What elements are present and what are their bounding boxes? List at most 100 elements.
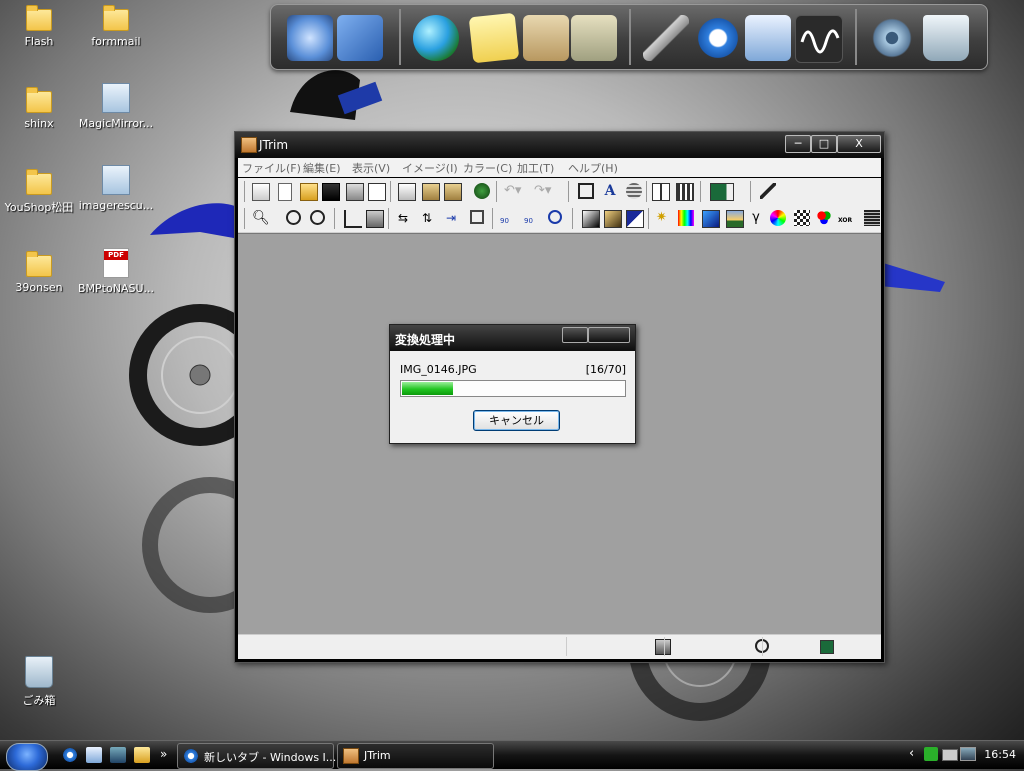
fit-icon[interactable] xyxy=(578,183,594,199)
open-icon[interactable] xyxy=(300,183,318,201)
menu-edit[interactable]: 編集(E) xyxy=(303,160,341,176)
mail-icon[interactable] xyxy=(745,15,791,61)
toolbar-separator xyxy=(700,181,701,202)
quick-launch-more[interactable]: » xyxy=(160,747,167,761)
start-button[interactable] xyxy=(6,743,48,771)
split-icon[interactable]: ⇥ xyxy=(446,210,462,226)
zoom-out-icon[interactable] xyxy=(310,210,325,225)
xor-icon[interactable]: XOR xyxy=(838,210,854,226)
copy-icon[interactable] xyxy=(398,183,416,201)
desktop-icon-formmail[interactable]: formmail xyxy=(78,5,154,48)
menu-image[interactable]: イメージ(I) xyxy=(402,160,458,176)
network-icon[interactable] xyxy=(337,15,383,61)
desktop-icon-recycle-bin[interactable]: ごみ箱 xyxy=(1,656,77,708)
cancel-button[interactable]: キャンセル xyxy=(473,410,560,431)
menu-help[interactable]: ヘルプ(H) xyxy=(568,160,618,176)
grid-view-icon[interactable] xyxy=(652,183,670,201)
new-window-icon[interactable] xyxy=(252,183,270,201)
computer-icon[interactable] xyxy=(287,15,333,61)
jtrim-app-icon xyxy=(241,137,257,153)
menu-view[interactable]: 表示(V) xyxy=(352,160,390,176)
desktop-icon-bmptonasu[interactable]: PDF BMPtoNASU... xyxy=(78,248,154,295)
landscape-icon[interactable] xyxy=(726,210,744,228)
network-icon[interactable] xyxy=(960,747,976,761)
color-bars-icon[interactable] xyxy=(678,210,694,226)
settings-gear-icon[interactable] xyxy=(869,15,915,61)
desktop-icon-label: Flash xyxy=(24,35,54,48)
sepia-icon[interactable] xyxy=(604,210,622,228)
dialog-minimize-button[interactable] xyxy=(562,327,588,343)
task-button-jtrim[interactable]: JTrim xyxy=(337,743,494,769)
ie-icon[interactable] xyxy=(62,747,78,763)
zoom-icon[interactable]: 🔍︎ xyxy=(252,210,274,226)
desktop-icon-flash[interactable]: Flash xyxy=(1,5,77,48)
device-icon[interactable] xyxy=(942,749,958,761)
menu-file[interactable]: ファイル(F) xyxy=(242,160,301,176)
desktop-icon-shinx[interactable]: shinx xyxy=(1,87,77,130)
photo-folder-icon[interactable] xyxy=(523,15,569,61)
desktop-icon[interactable] xyxy=(110,747,126,763)
dialog-titlebar[interactable]: 変換処理中 xyxy=(390,325,635,351)
recycle-bin-icon[interactable] xyxy=(923,15,969,61)
flip-horizontal-icon[interactable]: ⇆ xyxy=(398,210,414,226)
notes-icon[interactable] xyxy=(468,12,520,64)
zoom-in-icon[interactable] xyxy=(286,210,301,225)
rotate-free-icon[interactable] xyxy=(548,210,562,224)
capture-icon[interactable] xyxy=(474,183,490,199)
text-icon[interactable]: A xyxy=(602,183,618,199)
paste-new-icon[interactable] xyxy=(444,183,462,201)
task-button-browser[interactable]: 新しいタブ - Windows I... xyxy=(177,743,336,769)
minimize-button[interactable]: ─ xyxy=(785,135,811,153)
eyedropper-icon[interactable] xyxy=(760,183,776,199)
desktop-icon-39onsen[interactable]: 39onsen xyxy=(1,251,77,294)
mail-icon[interactable] xyxy=(86,747,102,763)
globe-icon[interactable] xyxy=(413,15,459,61)
image-toolbar: 🔍︎ ⇆ ⇅ ⇥ 90 90 ✷ γ XOR xyxy=(238,205,881,233)
gamma-icon[interactable]: γ xyxy=(748,210,764,226)
flip-vertical-icon[interactable]: ⇅ xyxy=(422,210,438,226)
rgb-icon[interactable] xyxy=(816,210,832,226)
window-titlebar[interactable]: JTrim ─ □ X xyxy=(235,132,884,158)
wrench-icon[interactable] xyxy=(643,15,689,61)
redo-icon[interactable]: ↷▾ xyxy=(534,183,551,199)
internet-explorer-icon[interactable] xyxy=(695,15,741,61)
paste-icon[interactable] xyxy=(422,183,440,201)
color-wheel-icon[interactable] xyxy=(770,210,786,226)
close-button[interactable]: X xyxy=(837,135,881,153)
clock[interactable]: 16:54 xyxy=(984,748,1016,761)
lines-icon[interactable] xyxy=(626,183,642,199)
grayscale-icon[interactable] xyxy=(582,210,600,228)
window-title: JTrim xyxy=(259,138,289,152)
rotate-right-90-icon[interactable]: 90 xyxy=(524,210,540,226)
desktop-icon-magicmirror[interactable]: MagicMirror... xyxy=(78,83,154,130)
rotate-left-90-icon[interactable]: 90 xyxy=(500,210,516,226)
negative-icon[interactable] xyxy=(626,210,644,228)
new-file-icon[interactable] xyxy=(278,183,292,201)
sparkle-icon[interactable]: ✷ xyxy=(656,210,672,226)
contrast-icon[interactable] xyxy=(702,210,720,228)
menu-process[interactable]: 加工(T) xyxy=(517,160,554,176)
checker-icon[interactable] xyxy=(794,210,810,226)
show-hidden-icons-button[interactable]: ‹ xyxy=(909,746,914,761)
crop-icon[interactable] xyxy=(344,210,362,228)
folder-icon[interactable] xyxy=(134,747,150,763)
jtrim-icon xyxy=(343,748,359,764)
maximize-button[interactable]: □ xyxy=(811,135,837,153)
print-icon[interactable] xyxy=(346,183,364,201)
resize-icon[interactable] xyxy=(366,210,384,228)
security-shield-icon[interactable] xyxy=(924,747,938,761)
save-icon[interactable] xyxy=(322,183,340,201)
pdf-file-icon: PDF xyxy=(103,248,129,278)
menu-color[interactable]: カラー(C) xyxy=(463,160,512,176)
undo-icon[interactable]: ↶▾ xyxy=(504,183,521,199)
desktop-icon-youshop[interactable]: YouShop松田 xyxy=(1,169,77,215)
frame-icon[interactable] xyxy=(470,210,484,224)
desktop-icon-imagerescue[interactable]: imagerescu... xyxy=(78,165,154,212)
dialog-close-button[interactable] xyxy=(588,327,630,343)
mosaic-icon[interactable] xyxy=(710,183,734,201)
gradient-icon[interactable] xyxy=(864,210,880,226)
print-preview-icon[interactable] xyxy=(368,183,386,201)
file-cabinet-icon[interactable] xyxy=(571,15,617,61)
wave-app-icon[interactable] xyxy=(795,15,843,63)
filmstrip-icon[interactable] xyxy=(676,183,694,201)
